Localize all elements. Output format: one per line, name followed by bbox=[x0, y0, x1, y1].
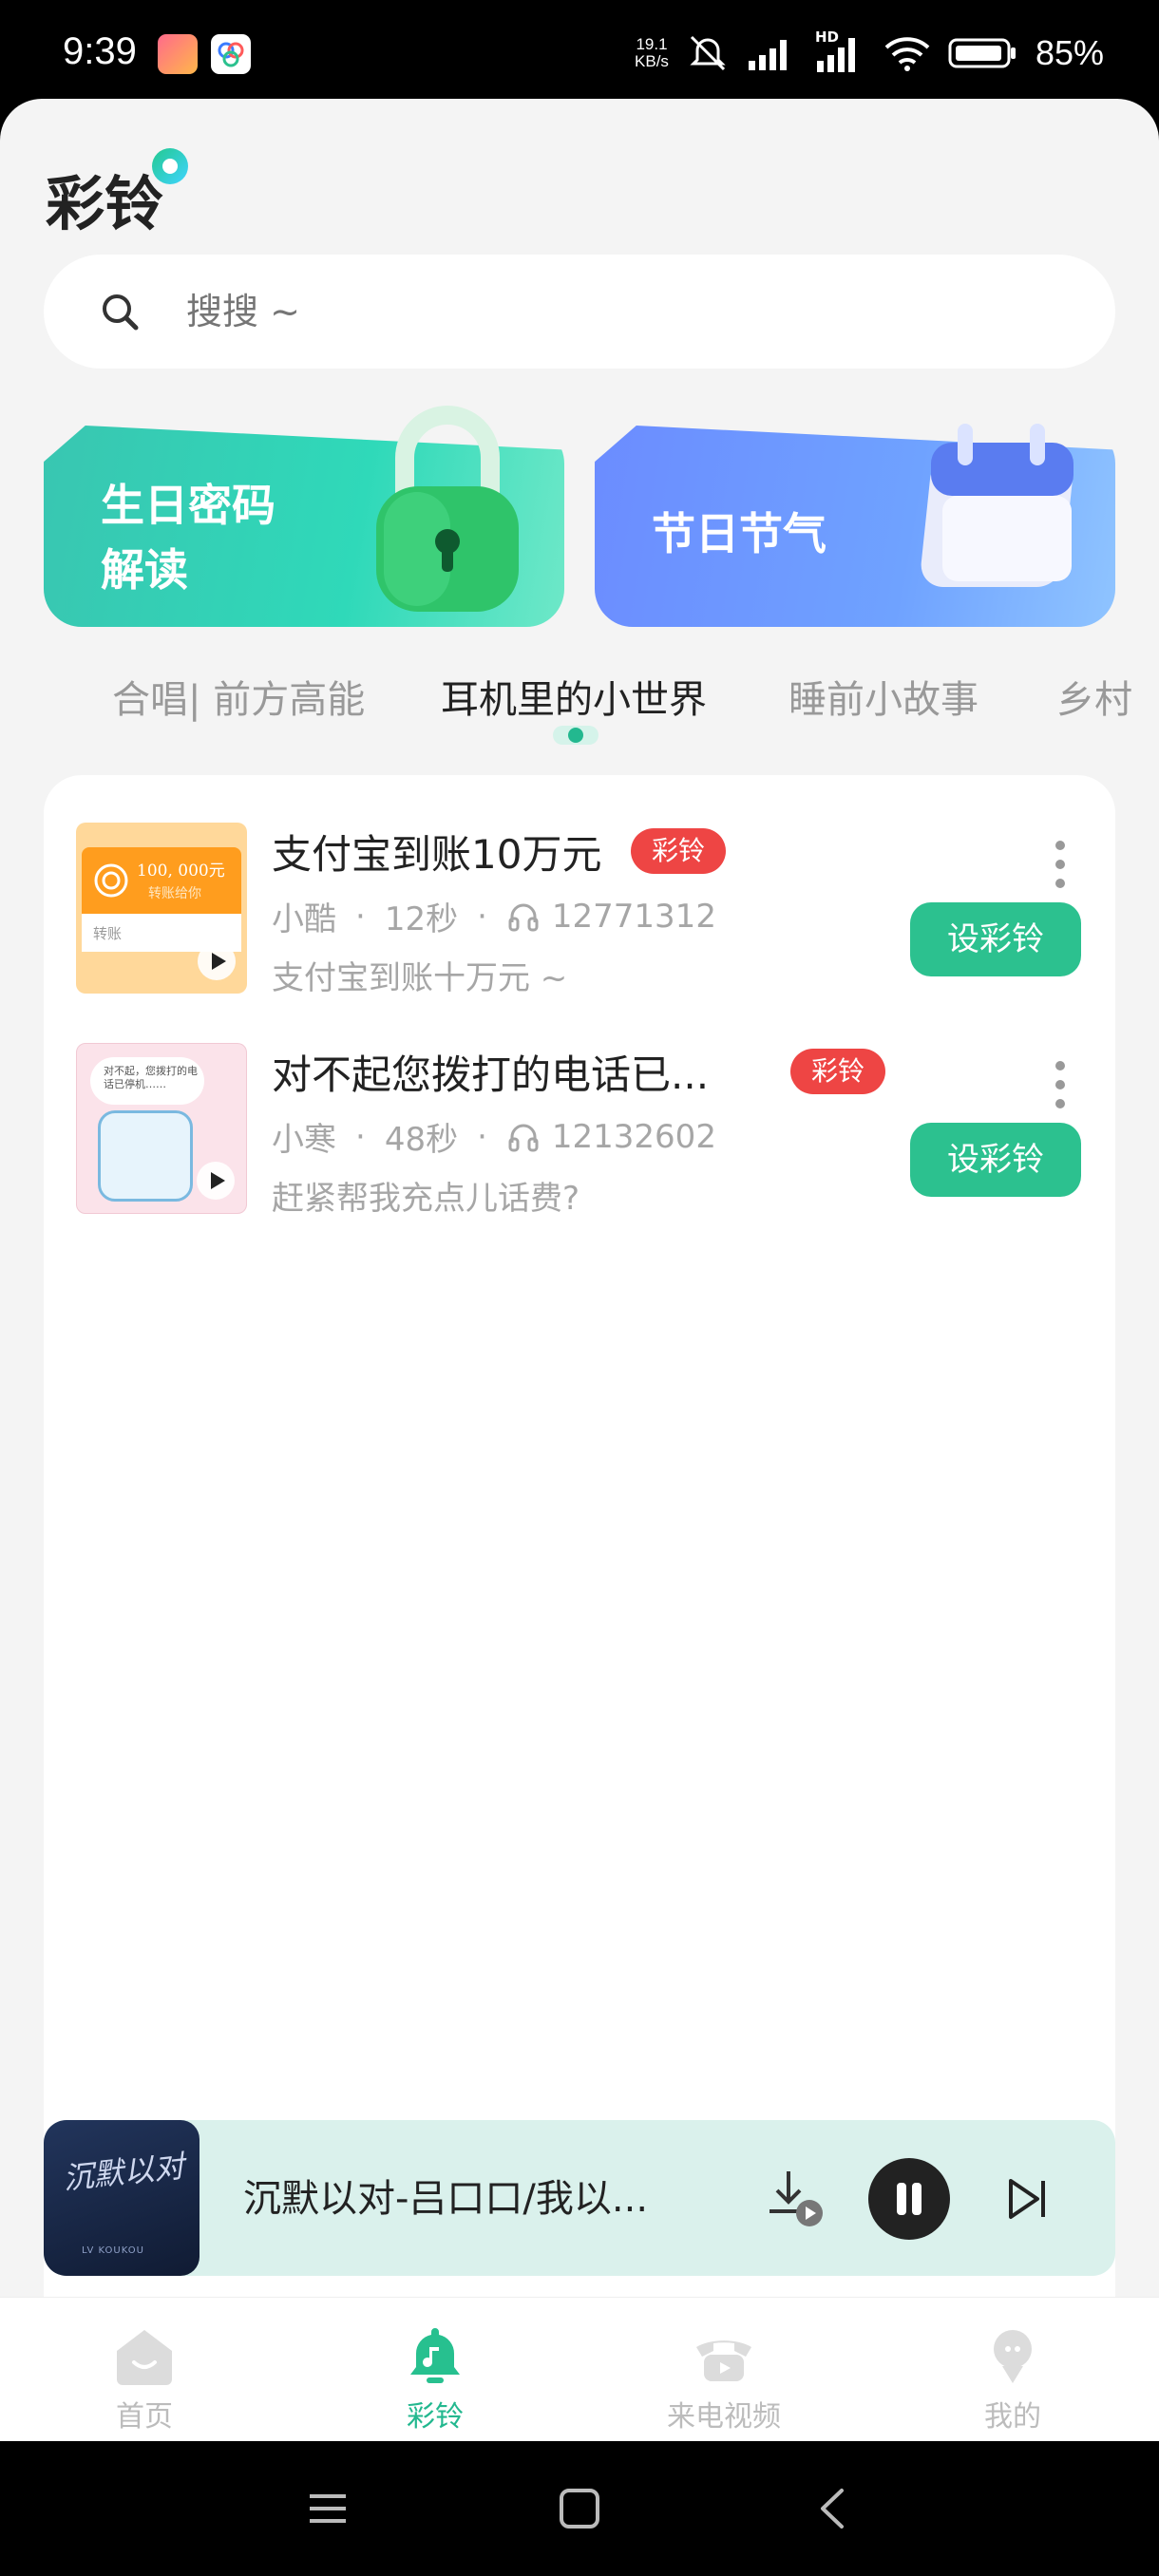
nav-mine[interactable]: 我的 bbox=[918, 2322, 1108, 2436]
battery-icon bbox=[948, 38, 1016, 68]
ringtone-title: 对不起您拨打的电话已... bbox=[272, 1051, 710, 1098]
pause-button[interactable] bbox=[868, 2158, 950, 2240]
search-input[interactable] bbox=[186, 283, 946, 340]
tab-chorus[interactable]: 合唱| 前方高能 bbox=[112, 669, 365, 724]
now-playing-title: 沉默以对-吕口口/我以... bbox=[243, 2177, 649, 2221]
profile-icon bbox=[994, 2330, 1032, 2383]
calendar-icon bbox=[921, 424, 1074, 587]
next-track-icon[interactable] bbox=[1003, 2175, 1051, 2223]
ringtone-title: 支付宝到账10万元 bbox=[272, 831, 602, 878]
ringtone-meta: 小寒 · 48秒 · 12132602 bbox=[272, 1113, 716, 1160]
home-icon bbox=[117, 2330, 172, 2385]
cover-phone-illustration bbox=[98, 1110, 193, 1202]
system-navigation-bar bbox=[0, 2441, 1159, 2576]
ringtone-tag: 彩铃 bbox=[790, 1049, 886, 1094]
page-title: 彩铃 bbox=[46, 169, 164, 238]
set-ringtone-button[interactable]: 设彩铃 bbox=[910, 1123, 1081, 1197]
bell-icon bbox=[410, 2328, 460, 2383]
mute-icon bbox=[690, 35, 726, 71]
battery-percent: 85% bbox=[1035, 33, 1104, 72]
search-bar[interactable] bbox=[44, 255, 1115, 369]
banner-text: 节日节气 bbox=[652, 508, 826, 559]
ringtone-description: 支付宝到账十万元 ~ bbox=[272, 959, 568, 997]
signal-hd-icon: HD bbox=[813, 28, 866, 74]
transfer-icon bbox=[94, 863, 128, 898]
banner-festival-solar-terms[interactable]: 节日节气 bbox=[595, 424, 1115, 627]
status-time: 9:39 bbox=[63, 30, 137, 72]
ringtone-meta: 小酷 · 12秒 · 12771312 bbox=[272, 893, 716, 939]
duration: 12秒 bbox=[384, 900, 459, 938]
notification-app-icon bbox=[158, 34, 198, 74]
more-options-icon[interactable] bbox=[1054, 840, 1066, 889]
bottom-nav: 首页 彩铃 来电视频 我的 bbox=[0, 2297, 1159, 2441]
list-item[interactable]: 对不起，您拨打的电话已停机…… 对不起您拨打的电话已... 彩铃 小寒 · 48… bbox=[44, 1043, 1115, 1233]
phone-icon bbox=[696, 2340, 751, 2381]
author: 小寒 bbox=[272, 1121, 336, 1159]
nav-call-video[interactable]: 来电视频 bbox=[629, 2322, 819, 2436]
cover-transfer-card: 100, 000元 转账给你 bbox=[82, 847, 241, 914]
tab-earphone-world[interactable]: 耳机里的小世界 bbox=[441, 669, 707, 724]
author: 小酷 bbox=[272, 900, 336, 938]
ringtone-cover[interactable]: 对不起，您拨打的电话已停机…… bbox=[76, 1043, 247, 1214]
app-screen: 彩铃 生日密码 解读 节日节气 bbox=[0, 99, 1159, 2441]
nav-home[interactable]: 首页 bbox=[49, 2322, 239, 2436]
nav-ringtone[interactable]: 彩铃 bbox=[340, 2322, 530, 2436]
more-options-icon[interactable] bbox=[1054, 1060, 1066, 1109]
headphone-icon bbox=[508, 1124, 539, 1151]
home-square-icon[interactable] bbox=[556, 2485, 603, 2532]
menu-icon[interactable] bbox=[304, 2485, 352, 2532]
tab-bedtime-story[interactable]: 睡前小故事 bbox=[788, 669, 978, 724]
ringtone-description: 赶紧帮我充点儿话费? bbox=[272, 1180, 580, 1218]
lock-icon bbox=[376, 406, 519, 612]
net-speed: 19.1 KB/s bbox=[635, 35, 669, 70]
mini-player[interactable]: 沉默以对 LV KOUKOU 沉默以对-吕口口/我以... bbox=[44, 2120, 1115, 2276]
notification-app-icon bbox=[211, 34, 251, 74]
ringtone-tag: 彩铃 bbox=[631, 828, 727, 874]
list-item[interactable]: 100, 000元 转账给你 转账 支付宝到账10万元 彩铃 小酷 · 12秒 … bbox=[44, 823, 1115, 1013]
banner-text: 生日密码 解读 bbox=[101, 480, 276, 596]
wifi-icon bbox=[884, 37, 930, 71]
duration: 48秒 bbox=[384, 1121, 459, 1159]
search-icon bbox=[103, 294, 139, 331]
headphone-icon bbox=[508, 903, 539, 931]
title-decoration-dot bbox=[152, 148, 188, 184]
tab-indicator bbox=[553, 726, 598, 745]
play-icon[interactable] bbox=[197, 1162, 235, 1200]
play-icon[interactable] bbox=[198, 942, 236, 980]
ringtone-cover[interactable]: 100, 000元 转账给你 转账 bbox=[76, 823, 247, 994]
signal-icon bbox=[748, 40, 787, 70]
back-icon[interactable] bbox=[809, 2485, 857, 2532]
play-count: 12771312 bbox=[551, 897, 716, 936]
download-icon[interactable] bbox=[760, 2164, 828, 2232]
play-count: 12132602 bbox=[551, 1117, 716, 1156]
album-art[interactable]: 沉默以对 LV KOUKOU bbox=[44, 2120, 200, 2276]
tab-countryside[interactable]: 乡村 bbox=[1056, 669, 1132, 724]
status-bar: 9:39 19.1 KB/s HD 85% bbox=[0, 0, 1159, 104]
banner-birthday-code[interactable]: 生日密码 解读 bbox=[44, 406, 564, 627]
set-ringtone-button[interactable]: 设彩铃 bbox=[910, 902, 1081, 976]
